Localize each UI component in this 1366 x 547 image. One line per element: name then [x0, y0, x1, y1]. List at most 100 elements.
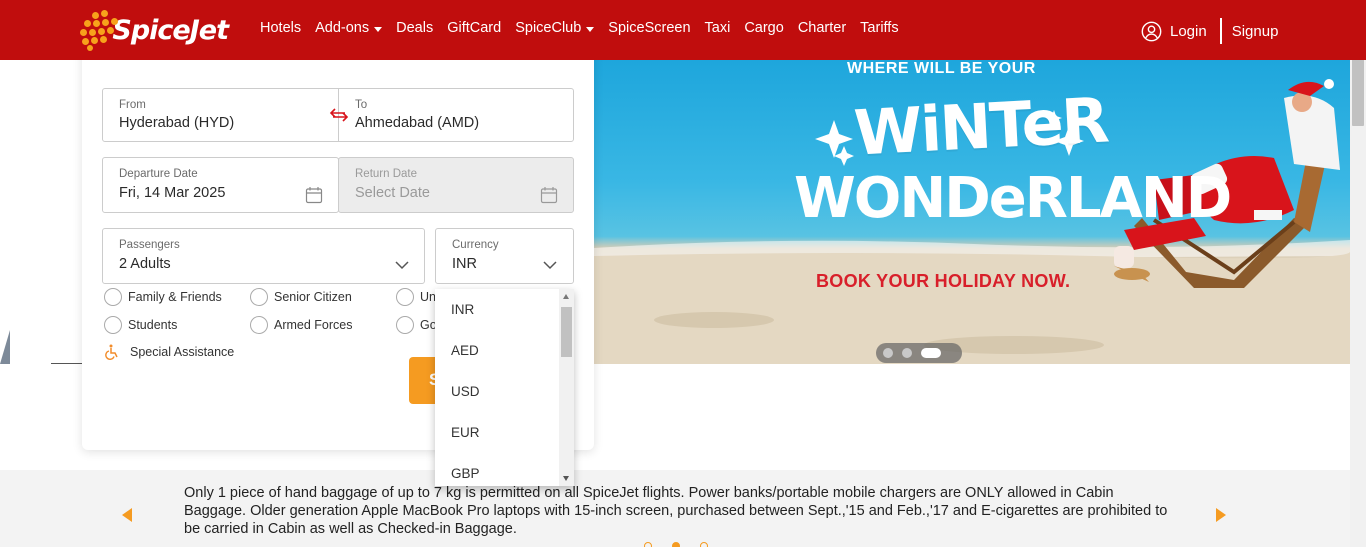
chevron-down-icon	[543, 261, 557, 270]
nav-item-label: Add-ons	[315, 20, 370, 36]
nav-item-taxi[interactable]: Taxi	[705, 20, 731, 36]
partial-divider	[51, 363, 83, 364]
nav-item-cargo[interactable]: Cargo	[744, 20, 784, 36]
fare-option-family-friends[interactable]: Family & Friends	[104, 288, 222, 306]
dropdown-scrollbar[interactable]	[559, 289, 574, 486]
auth-divider	[1219, 18, 1222, 44]
slide-dot-active[interactable]	[921, 348, 941, 358]
return-date-field[interactable]: Return Date Select Date	[338, 157, 574, 213]
radio-circle[interactable]	[396, 316, 414, 334]
radio-circle[interactable]	[250, 288, 268, 306]
previous-arrow-icon[interactable]	[122, 508, 132, 522]
main-nav: Hotels Add-ons Deals GiftCard SpiceClub Spice…	[260, 20, 913, 36]
fare-option-govt[interactable]: Go	[396, 316, 437, 334]
auth-area: Login Signup	[1141, 18, 1278, 44]
chevron-down-icon	[395, 261, 409, 270]
currency-label: Currency	[452, 239, 499, 251]
departure-date-field[interactable]: Departure Date Fri, 14 Mar 2025	[102, 157, 339, 213]
from-value[interactable]: Hyderabad (HYD)	[119, 115, 234, 131]
nav-item-label: Tariffs	[860, 20, 899, 36]
user-circle-icon[interactable]	[1141, 21, 1162, 42]
nav-item-hotels[interactable]: Hotels	[260, 20, 301, 36]
currency-dropdown: INR AED USD EUR GBP	[435, 289, 574, 486]
next-arrow-icon[interactable]	[1216, 508, 1226, 522]
return-date-label: Return Date	[355, 168, 418, 180]
passengers-field[interactable]: Passengers 2 Adults	[102, 228, 425, 284]
login-link[interactable]: Login	[1170, 23, 1207, 40]
radio-circle[interactable]	[250, 316, 268, 334]
nav-item-charter[interactable]: Charter	[798, 20, 846, 36]
notice-dot[interactable]	[644, 542, 652, 547]
currency-option[interactable]: AED	[435, 330, 559, 371]
nav-item-add-ons[interactable]: Add-ons	[315, 20, 383, 36]
to-value[interactable]: Ahmedabad (AMD)	[355, 115, 479, 131]
nav-item-spicescreen[interactable]: SpiceScreen	[608, 20, 690, 36]
slide-dot[interactable]	[902, 348, 912, 358]
slide-dot[interactable]	[883, 348, 893, 358]
swap-icon[interactable]	[329, 105, 349, 125]
nav-item-spiceclub[interactable]: SpiceClub	[515, 20, 595, 36]
currency-option[interactable]: GBP	[435, 453, 559, 486]
passengers-value: 2 Adults	[119, 256, 171, 272]
banner-slide-indicator	[876, 343, 962, 363]
nav-item-label: GiftCard	[447, 20, 502, 36]
fare-option-students[interactable]: Students	[104, 316, 177, 334]
fare-option-armed-forces[interactable]: Armed Forces	[250, 316, 353, 334]
caret-down-icon	[374, 26, 383, 32]
nav-item-label: SpiceClub	[515, 20, 582, 36]
notice-slide-indicator	[644, 542, 708, 547]
departure-date-label: Departure Date	[119, 168, 198, 180]
caret-down-icon	[586, 26, 595, 32]
scroll-up-icon[interactable]	[563, 294, 569, 299]
logo-dots-icon	[78, 10, 120, 51]
banner-heading: WHERE WILL BE YOUR	[847, 60, 1036, 77]
fare-option-label: Un	[420, 290, 436, 304]
currency-value: INR	[452, 256, 477, 272]
special-assistance-link[interactable]: Special Assistance	[104, 344, 234, 360]
special-assistance-label: Special Assistance	[130, 345, 235, 359]
page-scrollbar[interactable]	[1350, 0, 1366, 547]
nav-item-tariffs[interactable]: Tariffs	[860, 20, 898, 36]
route-field: From Hyderabad (HYD) To Ahmedabad (AMD)	[102, 88, 574, 142]
fare-option-senior-citizen[interactable]: Senior Citizen	[250, 288, 352, 306]
radio-circle[interactable]	[104, 288, 122, 306]
nav-item-deals[interactable]: Deals	[396, 20, 433, 36]
promo-banner[interactable]: WHERE WILL BE YOUR WiNTeR WONDeRLAND BOO…	[594, 60, 1350, 364]
return-date-placeholder: Select Date	[355, 185, 430, 201]
currency-option[interactable]: USD	[435, 371, 559, 412]
calendar-icon	[305, 187, 323, 204]
logo-wordmark: SpiceJet	[112, 14, 229, 46]
notice-dot[interactable]	[700, 542, 708, 547]
signup-link[interactable]: Signup	[1232, 23, 1279, 40]
banner-cta-text: BOOK YOUR HOLIDAY NOW.	[816, 271, 1071, 291]
dropdown-scrollbar-thumb[interactable]	[561, 307, 572, 357]
departure-date-value: Fri, 14 Mar 2025	[119, 185, 226, 201]
currency-options-list: INR AED USD EUR GBP	[435, 289, 559, 486]
baggage-notice-text: Only 1 piece of hand baggage of up to 7 …	[184, 485, 1168, 537]
fare-option-label: Senior Citizen	[274, 290, 352, 304]
nav-item-giftcard[interactable]: GiftCard	[447, 20, 501, 36]
banner-title-wonderland: WONDeRLAND	[794, 166, 1232, 231]
top-navigation-bar: SpiceJet Hotels Add-ons Deals GiftCard Spice…	[0, 0, 1366, 60]
partial-graphic	[0, 330, 10, 364]
currency-field[interactable]: Currency INR	[435, 228, 574, 284]
baggage-notice: Only 1 piece of hand baggage of up to 7 …	[0, 470, 1350, 547]
nav-item-label: Taxi	[704, 20, 731, 36]
spicejet-logo[interactable]: SpiceJet	[78, 8, 229, 52]
radio-circle[interactable]	[104, 316, 122, 334]
wheelchair-icon	[105, 344, 118, 360]
notice-dot-active[interactable]	[672, 542, 680, 547]
currency-option[interactable]: EUR	[435, 412, 559, 453]
radio-circle[interactable]	[396, 288, 414, 306]
banner-title-winter: WiNTeR	[852, 83, 1110, 170]
calendar-icon	[540, 187, 558, 204]
nav-item-label: Charter	[797, 20, 847, 36]
passengers-label: Passengers	[119, 239, 180, 251]
fare-option-unaccompanied-minor[interactable]: Un	[396, 288, 436, 306]
fare-option-label: Family & Friends	[128, 290, 222, 304]
fare-option-label: Students	[128, 318, 178, 332]
to-label: To	[355, 99, 368, 111]
currency-option[interactable]: INR	[435, 289, 559, 330]
scroll-down-icon[interactable]	[563, 476, 569, 481]
nav-item-label: Deals	[396, 20, 434, 36]
